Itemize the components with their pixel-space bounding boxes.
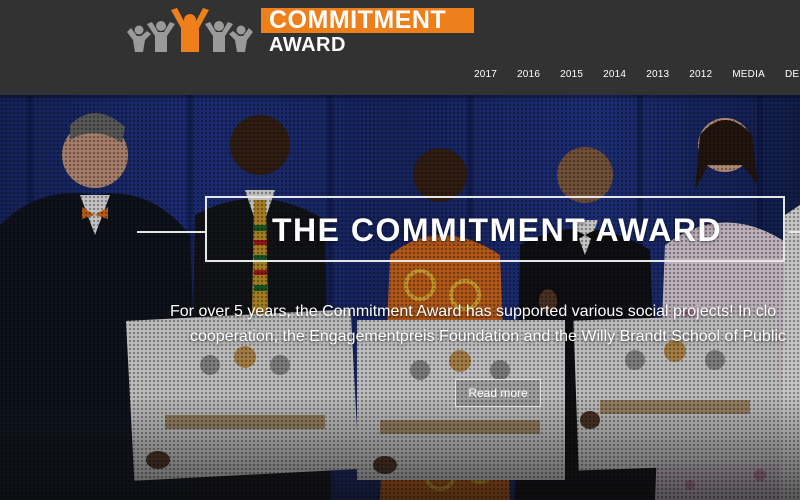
- hero-description-line-2: cooperation, the Engagementpreis Foundat…: [190, 328, 786, 345]
- nav-item-2016[interactable]: 2016: [517, 69, 540, 80]
- hero-title-frame: THE COMMITMENT AWARD: [205, 196, 785, 262]
- nav-item-2013[interactable]: 2013: [646, 69, 669, 80]
- hero-section: THE COMMITMENT AWARD For over 5 years, t…: [0, 95, 800, 500]
- nav-item-2012[interactable]: 2012: [689, 69, 712, 80]
- nav-item-media[interactable]: MEDIA: [732, 69, 765, 80]
- site-header: COMMITMENT AWARD 2017 2016 2015 2014 2013 201…: [0, 0, 800, 95]
- hero-title: THE COMMITMENT AWARD: [271, 212, 723, 248]
- nav-item-2015[interactable]: 2015: [560, 69, 583, 80]
- site-logo[interactable]: COMMITMENT AWARD: [125, 6, 485, 56]
- hero-description: For over 5 years, the Commitment Award h…: [170, 299, 800, 349]
- nav-item-2017[interactable]: 2017: [474, 69, 497, 80]
- hero-description-line-1: For over 5 years, the Commitment Award h…: [170, 303, 777, 320]
- read-more-button[interactable]: Read more: [455, 379, 541, 407]
- logo-title: COMMITMENT: [269, 6, 447, 34]
- title-decor-line-left: [137, 231, 205, 233]
- title-decor-line-right: [789, 231, 800, 233]
- people-cheering-icon: [127, 8, 253, 52]
- logo-subtitle: AWARD: [269, 34, 346, 56]
- nav-item-language-de[interactable]: DE: [785, 69, 799, 80]
- logo-title-background: COMMITMENT: [261, 6, 474, 34]
- hero-dot-overlay: [0, 95, 800, 500]
- main-navigation: 2017 2016 2015 2014 2013 2012 MEDIA DE: [474, 64, 800, 80]
- nav-item-2014[interactable]: 2014: [603, 69, 626, 80]
